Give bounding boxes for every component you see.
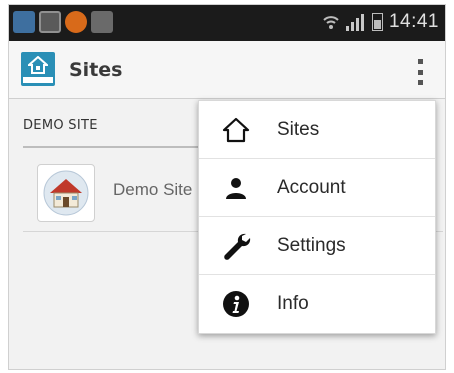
- overflow-menu: Sites Account Settings Info: [198, 100, 436, 334]
- overflow-menu-icon[interactable]: [415, 59, 425, 85]
- siemens-home-logo[interactable]: [21, 52, 55, 86]
- signal-icon: [345, 13, 366, 31]
- battery-icon: [371, 13, 383, 31]
- site-name: Demo Site: [113, 180, 193, 199]
- menu-item-sites[interactable]: Sites: [199, 101, 435, 159]
- action-bar: Sites: [9, 41, 445, 99]
- section-divider: [23, 146, 213, 148]
- brand-strip: [23, 77, 53, 83]
- house-thumbnail: [37, 164, 95, 222]
- info-icon: [221, 289, 251, 319]
- page-title: Sites: [69, 59, 123, 81]
- menu-item-label: Settings: [277, 235, 346, 256]
- menu-item-account[interactable]: Account: [199, 159, 435, 217]
- menu-item-label: Sites: [277, 119, 320, 140]
- status-clock: 14:41: [388, 11, 439, 32]
- wrench-icon: [221, 231, 251, 261]
- menu-item-info[interactable]: Info: [199, 275, 435, 333]
- section-header: DEMO SITE: [23, 118, 98, 133]
- status-bar: 14:41: [9, 5, 445, 41]
- app-icon: [65, 11, 87, 33]
- menu-item-label: Account: [277, 177, 346, 198]
- notification-icon: [13, 11, 35, 33]
- person-icon: [221, 173, 251, 203]
- home-logo-icon: [28, 56, 48, 74]
- menu-item-settings[interactable]: Settings: [199, 217, 435, 275]
- home-icon: [221, 115, 251, 145]
- sdcard-icon: [39, 11, 61, 33]
- menu-item-label: Info: [277, 293, 309, 314]
- camera-icon: [91, 11, 113, 33]
- house-icon: [43, 170, 89, 216]
- wifi-icon: [323, 16, 339, 29]
